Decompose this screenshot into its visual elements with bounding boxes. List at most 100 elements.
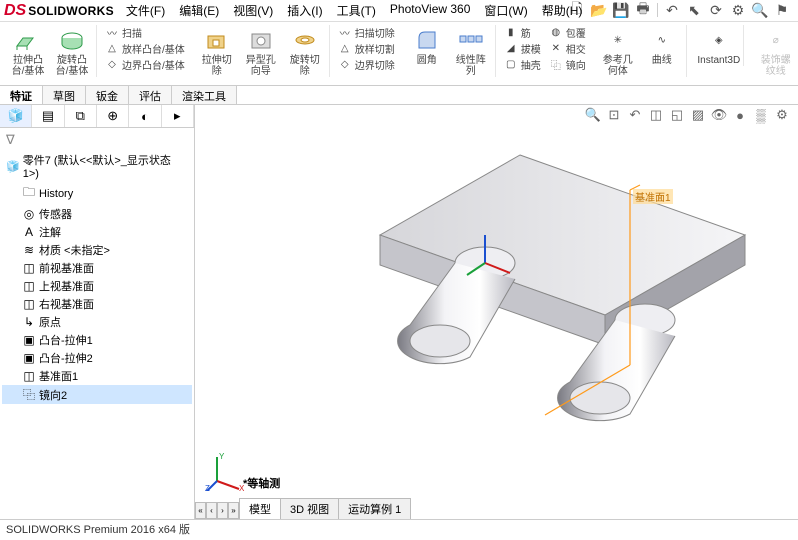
tree-item-icon: ◫ bbox=[22, 297, 36, 311]
ref-geom-icon: ✳ bbox=[603, 25, 633, 55]
menu-file[interactable]: 文件(F) bbox=[126, 2, 165, 19]
ribbon-group-boss: 拉伸凸台/基体 旋转凸台/基体 bbox=[4, 25, 97, 77]
curves-button[interactable]: ∿曲线 bbox=[644, 25, 680, 77]
pattern-icon bbox=[456, 25, 486, 55]
bottom-tab-3dview[interactable]: 3D 视图 bbox=[280, 498, 339, 519]
mirror-button[interactable]: ⿻镜向 bbox=[549, 57, 586, 72]
flag-icon[interactable]: ⚑ bbox=[774, 2, 790, 18]
instant3d-button[interactable]: ◈Instant3D bbox=[701, 25, 737, 66]
tree-item-label: 基准面1 bbox=[39, 368, 78, 384]
ribbon-feature-small2: ◍包覆 ✕相交 ⿻镜向 bbox=[549, 25, 586, 72]
fillet-button[interactable]: 圆角 bbox=[409, 25, 445, 77]
tree-tab-config[interactable]: ⧉ bbox=[65, 105, 97, 127]
select-icon[interactable]: ⬉ bbox=[686, 2, 702, 18]
menu-tools[interactable]: 工具(T) bbox=[337, 2, 376, 19]
tree-tab-display[interactable]: ◐ bbox=[129, 105, 161, 127]
tab-last-icon[interactable]: » bbox=[228, 502, 239, 519]
new-icon[interactable]: 🗋 bbox=[569, 2, 585, 18]
tree-item[interactable]: ◫基准面1 bbox=[2, 367, 192, 385]
menu-photoview[interactable]: PhotoView 360 bbox=[390, 2, 471, 19]
shell-button[interactable]: ▢抽壳 bbox=[504, 57, 541, 72]
tree-item[interactable]: ≋材质 <未指定> bbox=[2, 241, 192, 259]
swept-boss-button[interactable]: 〰扫描 bbox=[105, 25, 185, 40]
undo-icon[interactable]: ↶ bbox=[664, 2, 680, 18]
bottom-tab-motion[interactable]: 运动算例 1 bbox=[338, 498, 411, 519]
view-settings-icon[interactable]: ⚙ bbox=[774, 107, 790, 123]
revolved-cut-button[interactable]: 旋转切除 bbox=[287, 25, 323, 77]
revolved-boss-label: 旋转凸台/基体 bbox=[54, 55, 90, 77]
tree-item[interactable]: ▣凸台-拉伸1 bbox=[2, 331, 192, 349]
print-icon[interactable]: 🖶 bbox=[635, 2, 651, 18]
open-icon[interactable]: 📂 bbox=[591, 2, 607, 18]
tab-first-icon[interactable]: « bbox=[195, 502, 206, 519]
tree-tab-property[interactable]: ▤ bbox=[32, 105, 64, 127]
menu-view[interactable]: 视图(V) bbox=[233, 2, 273, 19]
extruded-cut-button[interactable]: 拉伸切除 bbox=[199, 25, 235, 77]
tab-sheetmetal[interactable]: 钣金 bbox=[86, 86, 129, 104]
search-icon[interactable]: 🔍 bbox=[752, 2, 768, 18]
rebuild-icon[interactable]: ⟳ bbox=[708, 2, 724, 18]
tree-item[interactable]: ↳原点 bbox=[2, 313, 192, 331]
menu-insert[interactable]: 插入(I) bbox=[287, 2, 322, 19]
revolved-cut-icon bbox=[290, 25, 320, 55]
tab-next-icon[interactable]: › bbox=[217, 502, 228, 519]
tree-tab-more[interactable]: ▸ bbox=[162, 105, 194, 127]
tree-tab-dimxpert[interactable]: ⊕ bbox=[97, 105, 129, 127]
boundary-cut-button[interactable]: ◇边界切除 bbox=[338, 57, 395, 72]
rib-button[interactable]: ▮筋 bbox=[504, 25, 541, 40]
tab-evaluate[interactable]: 评估 bbox=[129, 86, 172, 104]
tree-item[interactable]: ◫上视基准面 bbox=[2, 277, 192, 295]
tree-item[interactable]: ◫右视基准面 bbox=[2, 295, 192, 313]
swept-cut-button[interactable]: 〰扫描切除 bbox=[338, 25, 395, 40]
extruded-boss-button[interactable]: 拉伸凸台/基体 bbox=[10, 25, 46, 77]
lofted-boss-button[interactable]: △放样凸台/基体 bbox=[105, 41, 185, 56]
tab-render[interactable]: 渲染工具 bbox=[172, 86, 237, 104]
tab-prev-icon[interactable]: ‹ bbox=[206, 502, 217, 519]
revolved-boss-button[interactable]: 旋转凸台/基体 bbox=[54, 25, 90, 77]
tree-item[interactable]: ◎传感器 bbox=[2, 205, 192, 223]
tab-features[interactable]: 特证 bbox=[0, 86, 43, 104]
extruded-cut-icon bbox=[202, 25, 232, 55]
boundary-icon: ◇ bbox=[105, 58, 119, 72]
tree-item[interactable]: ◫前视基准面 bbox=[2, 259, 192, 277]
menu-edit[interactable]: 编辑(E) bbox=[179, 2, 219, 19]
tree-filter[interactable]: ∇ bbox=[2, 130, 192, 150]
tree-item[interactable]: ⿻镜向2 bbox=[2, 385, 192, 404]
tree-item-icon: ◫ bbox=[22, 261, 36, 275]
menu-window[interactable]: 窗口(W) bbox=[484, 2, 527, 19]
qat-sep bbox=[657, 3, 658, 17]
ribbon-group-cut: 拉伸切除 异型孔向导 旋转切除 bbox=[193, 25, 330, 77]
tree-item-icon: A bbox=[22, 225, 36, 239]
rib-icon: ▮ bbox=[504, 26, 518, 40]
draft-button[interactable]: ◢拔模 bbox=[504, 41, 541, 56]
ribbon-group-thread: ⌀装饰螺纹线 ≈复合线曲线 bbox=[752, 25, 798, 77]
bottom-tab-model[interactable]: 模型 bbox=[239, 498, 281, 519]
save-icon[interactable]: 💾 bbox=[613, 2, 629, 18]
tree-tab-feature[interactable]: 🧊 bbox=[0, 105, 32, 127]
lofted-cut-button[interactable]: △放样切割 bbox=[338, 41, 395, 56]
reference-geometry-button[interactable]: ✳参考几何体 bbox=[600, 25, 636, 77]
boundary-boss-button[interactable]: ◇边界凸台/基体 bbox=[105, 57, 185, 72]
instant3d-icon: ◈ bbox=[704, 25, 734, 55]
tab-sketch[interactable]: 草图 bbox=[43, 86, 86, 104]
options-icon[interactable]: ⚙ bbox=[730, 2, 746, 18]
bottom-tab-nav: « ‹ › » bbox=[195, 502, 239, 519]
tree-item-label: 前视基准面 bbox=[39, 260, 94, 276]
ribbon-group-feature: 圆角 线性阵列 bbox=[403, 25, 496, 77]
thread-icon: ⌀ bbox=[761, 25, 791, 55]
graphics-viewport[interactable]: 🔍 ⊡ ↶ ◫ ◱ ▨ 👁 ● ▒ ⚙ bbox=[195, 105, 798, 519]
wrap-button[interactable]: ◍包覆 bbox=[549, 25, 586, 40]
linear-pattern-button[interactable]: 线性阵列 bbox=[453, 25, 489, 77]
intersect-button[interactable]: ✕相交 bbox=[549, 41, 586, 56]
tree-item[interactable]: A注解 bbox=[2, 223, 192, 241]
view-triad-icon: Y X Z bbox=[205, 451, 245, 491]
command-manager-tabs: 特证 草图 钣金 评估 渲染工具 bbox=[0, 86, 798, 105]
filter-icon: ∇ bbox=[6, 132, 15, 147]
tree-item[interactable]: ▣凸台-拉伸2 bbox=[2, 349, 192, 367]
tree-item-icon: ⿻ bbox=[22, 386, 36, 403]
tree-item-label: 原点 bbox=[39, 314, 61, 330]
tree-item[interactable]: 🗀History bbox=[2, 182, 192, 205]
hole-wizard-button[interactable]: 异型孔向导 bbox=[243, 25, 279, 77]
tree-root[interactable]: 🧊零件7 (默认<<默认>_显示状态 1>) bbox=[2, 150, 192, 182]
model-geometry bbox=[245, 115, 765, 455]
